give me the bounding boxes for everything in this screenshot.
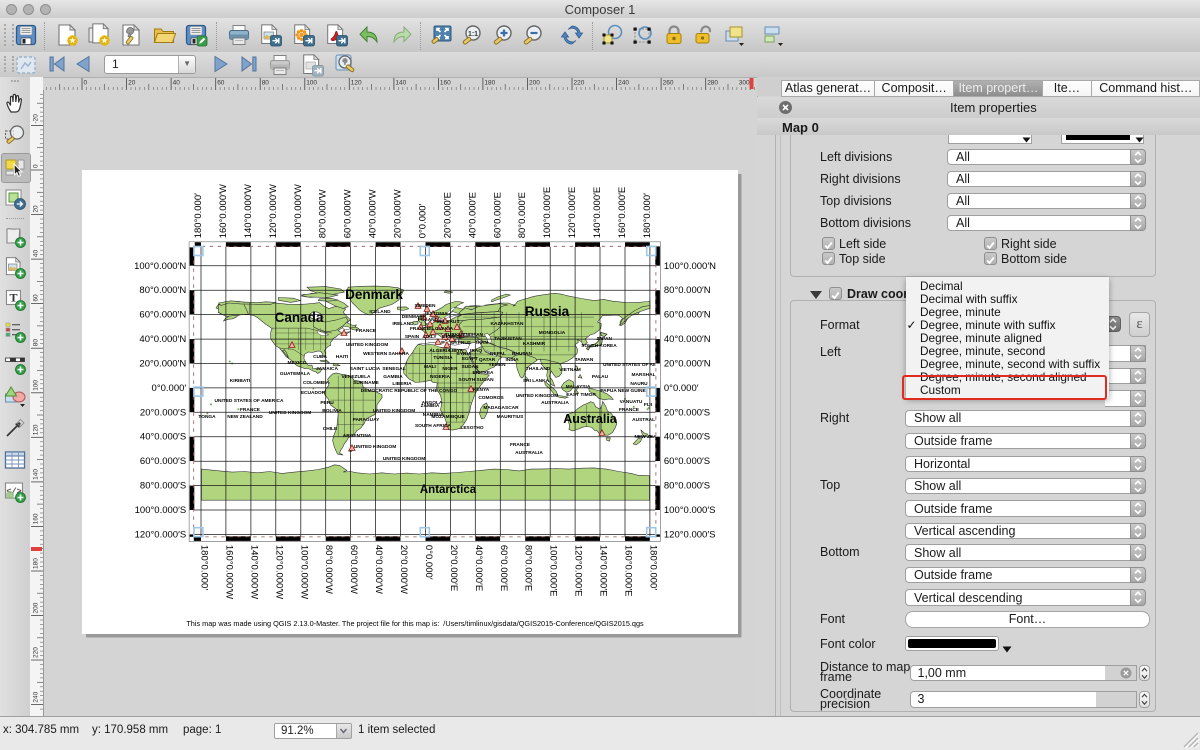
svg-text:180: 180 [33,558,40,569]
svg-text:-20: -20 [33,114,40,124]
svg-text:180: 180 [484,80,495,87]
svg-text:140: 140 [395,80,406,87]
svg-text:160: 160 [33,513,40,524]
svg-text:60: 60 [217,80,225,87]
svg-text:80: 80 [262,80,270,87]
svg-text:20: 20 [33,205,40,213]
svg-text:160: 160 [440,80,451,87]
svg-text:260: 260 [663,80,674,87]
svg-text:40: 40 [173,80,181,87]
svg-text:100: 100 [306,80,317,87]
svg-text:120: 120 [33,424,40,435]
svg-text:0: 0 [33,164,40,168]
svg-text:220: 220 [574,80,585,87]
svg-text:200: 200 [33,602,40,613]
svg-text:200: 200 [529,80,540,87]
svg-text:60: 60 [33,294,40,302]
svg-text:220: 220 [33,647,40,658]
svg-text:100: 100 [33,380,40,391]
svg-text:0: 0 [84,80,88,87]
svg-text:240: 240 [33,691,40,702]
svg-text:300: 300 [739,80,750,87]
svg-text:280: 280 [707,80,718,87]
svg-text:20: 20 [128,80,136,87]
svg-text:120: 120 [351,80,362,87]
svg-text:240: 240 [618,80,629,87]
svg-text:140: 140 [33,469,40,480]
svg-text:80: 80 [33,339,40,347]
svg-text:40: 40 [33,249,40,257]
